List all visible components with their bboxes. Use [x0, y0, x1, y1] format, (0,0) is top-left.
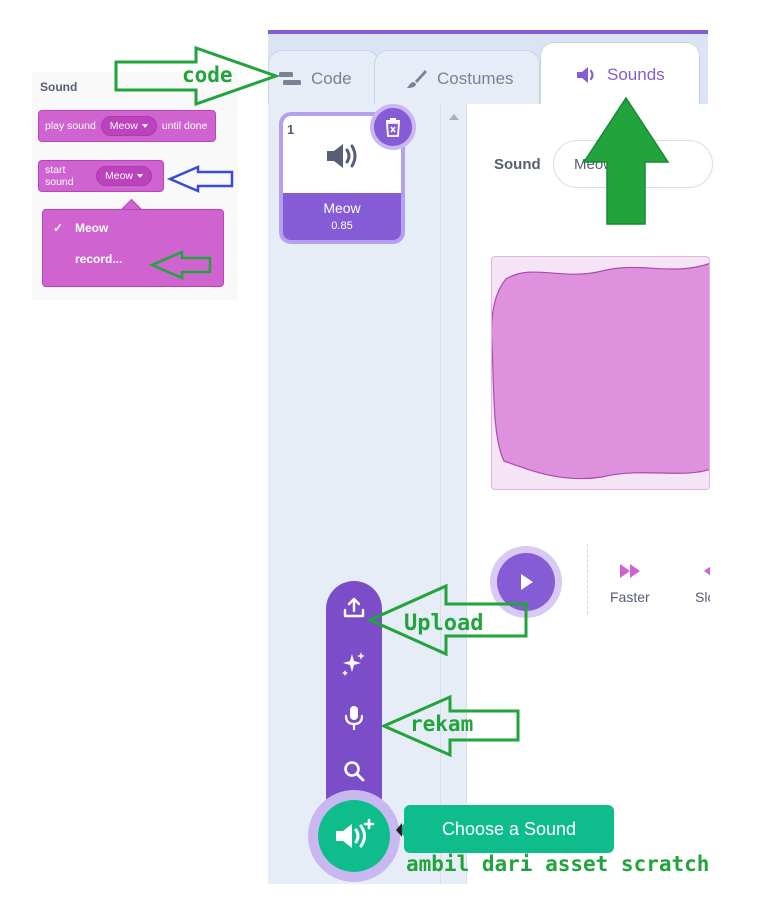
blue-arrow: [166, 165, 234, 193]
annotation-asset: ambil dari asset scratch: [406, 852, 710, 876]
record-arrow: [148, 250, 212, 280]
annotation-upload: Upload: [404, 611, 484, 636]
annotation-rekam: rekam: [410, 712, 474, 736]
annotation-code: code: [182, 63, 233, 87]
annotation-layer: [114, 45, 670, 758]
sounds-up-arrow: [582, 96, 670, 225]
